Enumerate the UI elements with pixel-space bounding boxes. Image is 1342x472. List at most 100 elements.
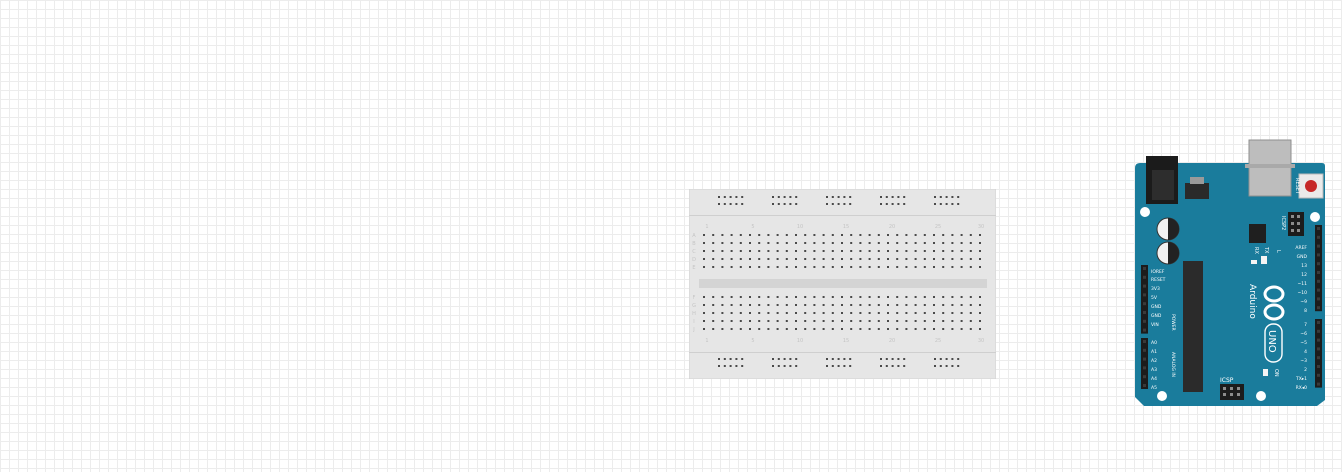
breadboard-hole[interactable] bbox=[868, 250, 871, 252]
breadboard-hole[interactable] bbox=[730, 242, 733, 244]
digital-header-top-pin[interactable] bbox=[1317, 288, 1320, 292]
breadboard-hole[interactable] bbox=[942, 312, 945, 314]
breadboard-hole[interactable] bbox=[951, 250, 954, 252]
breadboard-rail-hole[interactable] bbox=[789, 358, 792, 360]
breadboard-hole[interactable] bbox=[749, 296, 751, 298]
breadboard-hole[interactable] bbox=[887, 242, 889, 244]
breadboard-hole[interactable] bbox=[896, 320, 899, 322]
breadboard-hole[interactable] bbox=[942, 296, 945, 298]
breadboard-rail-hole[interactable] bbox=[897, 358, 900, 360]
icsp-pin[interactable] bbox=[1230, 393, 1233, 396]
icsp-pin[interactable] bbox=[1237, 387, 1240, 390]
breadboard-hole[interactable] bbox=[703, 266, 705, 268]
icsp2-pin[interactable] bbox=[1291, 222, 1294, 225]
breadboard-hole[interactable] bbox=[730, 250, 733, 252]
breadboard-hole[interactable] bbox=[749, 250, 751, 252]
breadboard-hole[interactable] bbox=[776, 320, 779, 322]
breadboard-hole[interactable] bbox=[877, 242, 880, 244]
breadboard-rail-hole[interactable] bbox=[849, 203, 852, 205]
breadboard-hole[interactable] bbox=[785, 234, 788, 236]
workspace-canvas[interactable]: A B C D E F G H I J 1 5 10 15 20 25 30 1… bbox=[0, 0, 1342, 472]
breadboard-rail-hole[interactable] bbox=[723, 365, 726, 367]
breadboard-hole[interactable] bbox=[831, 320, 834, 322]
digital-header-top-pin[interactable] bbox=[1317, 279, 1320, 283]
breadboard-rail-hole[interactable] bbox=[777, 365, 780, 367]
digital-header-bottom-pin[interactable] bbox=[1317, 365, 1320, 368]
digital-header-bottom-pin[interactable] bbox=[1317, 329, 1320, 333]
breadboard-hole[interactable] bbox=[703, 242, 705, 244]
breadboard-hole[interactable] bbox=[822, 312, 825, 314]
breadboard-hole[interactable] bbox=[831, 266, 834, 268]
breadboard-hole[interactable] bbox=[841, 328, 843, 330]
breadboard-rail-hole[interactable] bbox=[939, 358, 942, 360]
breadboard-hole[interactable] bbox=[721, 234, 724, 236]
breadboard-hole[interactable] bbox=[979, 234, 981, 236]
breadboard-hole[interactable] bbox=[749, 242, 751, 244]
breadboard-hole[interactable] bbox=[813, 320, 816, 322]
breadboard-rail-hole[interactable] bbox=[849, 358, 852, 360]
breadboard-hole[interactable] bbox=[703, 312, 705, 314]
breadboard-hole[interactable] bbox=[795, 328, 797, 330]
analog-header-pin[interactable] bbox=[1143, 366, 1146, 370]
breadboard-hole[interactable] bbox=[813, 242, 816, 244]
breadboard-hole[interactable] bbox=[831, 312, 834, 314]
breadboard-hole[interactable] bbox=[776, 328, 779, 330]
digital-header-bottom-pin[interactable] bbox=[1317, 373, 1320, 377]
breadboard-rail-hole[interactable] bbox=[789, 365, 792, 367]
breadboard-hole[interactable] bbox=[831, 250, 834, 252]
breadboard-hole[interactable] bbox=[960, 296, 963, 298]
breadboard-rail-hole[interactable] bbox=[837, 358, 840, 360]
breadboard-hole[interactable] bbox=[887, 258, 889, 260]
breadboard-hole[interactable] bbox=[749, 234, 751, 236]
breadboard-hole[interactable] bbox=[905, 328, 908, 330]
breadboard-rail-hole[interactable] bbox=[772, 358, 774, 360]
breadboard-rail-hole[interactable] bbox=[945, 365, 948, 367]
breadboard-hole[interactable] bbox=[804, 242, 807, 244]
breadboard-hole[interactable] bbox=[841, 234, 843, 236]
breadboard-hole[interactable] bbox=[785, 266, 788, 268]
breadboard-rail-hole[interactable] bbox=[951, 358, 954, 360]
breadboard-rail-hole[interactable] bbox=[891, 196, 894, 198]
breadboard-hole[interactable] bbox=[776, 258, 779, 260]
breadboard-rail-hole[interactable] bbox=[718, 203, 720, 205]
breadboard-hole[interactable] bbox=[739, 258, 742, 260]
breadboard-hole[interactable] bbox=[831, 296, 834, 298]
breadboard-hole[interactable] bbox=[758, 304, 761, 306]
breadboard-hole[interactable] bbox=[767, 250, 770, 252]
breadboard-rail-hole[interactable] bbox=[795, 203, 798, 205]
power-header-pin[interactable] bbox=[1143, 267, 1146, 270]
breadboard-hole[interactable] bbox=[804, 304, 807, 306]
breadboard-hole[interactable] bbox=[868, 304, 871, 306]
breadboard-hole[interactable] bbox=[767, 320, 770, 322]
breadboard-hole[interactable] bbox=[868, 320, 871, 322]
icsp2-pin[interactable] bbox=[1297, 222, 1300, 225]
breadboard-rail-hole[interactable] bbox=[772, 203, 774, 205]
breadboard-rail-hole[interactable] bbox=[772, 196, 774, 198]
icsp2-pin[interactable] bbox=[1297, 229, 1300, 232]
breadboard-hole[interactable] bbox=[960, 266, 963, 268]
breadboard-hole[interactable] bbox=[795, 266, 797, 268]
breadboard-rail-hole[interactable] bbox=[777, 196, 780, 198]
breadboard-hole[interactable] bbox=[877, 312, 880, 314]
breadboard-hole[interactable] bbox=[749, 320, 751, 322]
breadboard-hole[interactable] bbox=[859, 258, 862, 260]
breadboard-hole[interactable] bbox=[804, 266, 807, 268]
breadboard-hole[interactable] bbox=[868, 312, 871, 314]
breadboard-rail-hole[interactable] bbox=[777, 203, 780, 205]
breadboard-hole[interactable] bbox=[905, 242, 908, 244]
breadboard-hole[interactable] bbox=[712, 312, 715, 314]
breadboard-rail-hole[interactable] bbox=[945, 358, 948, 360]
breadboard-hole[interactable] bbox=[868, 328, 871, 330]
breadboard-hole[interactable] bbox=[887, 250, 889, 252]
breadboard-hole[interactable] bbox=[822, 250, 825, 252]
analog-header-pin[interactable] bbox=[1143, 340, 1146, 343]
breadboard-hole[interactable] bbox=[721, 320, 724, 322]
digital-header-bottom-pin[interactable] bbox=[1317, 356, 1320, 360]
breadboard-hole[interactable] bbox=[942, 258, 945, 260]
breadboard-hole[interactable] bbox=[721, 296, 724, 298]
breadboard-rail-hole[interactable] bbox=[723, 358, 726, 360]
breadboard-hole[interactable] bbox=[905, 234, 908, 236]
breadboard-hole[interactable] bbox=[979, 320, 981, 322]
breadboard-hole[interactable] bbox=[877, 304, 880, 306]
breadboard-hole[interactable] bbox=[758, 242, 761, 244]
